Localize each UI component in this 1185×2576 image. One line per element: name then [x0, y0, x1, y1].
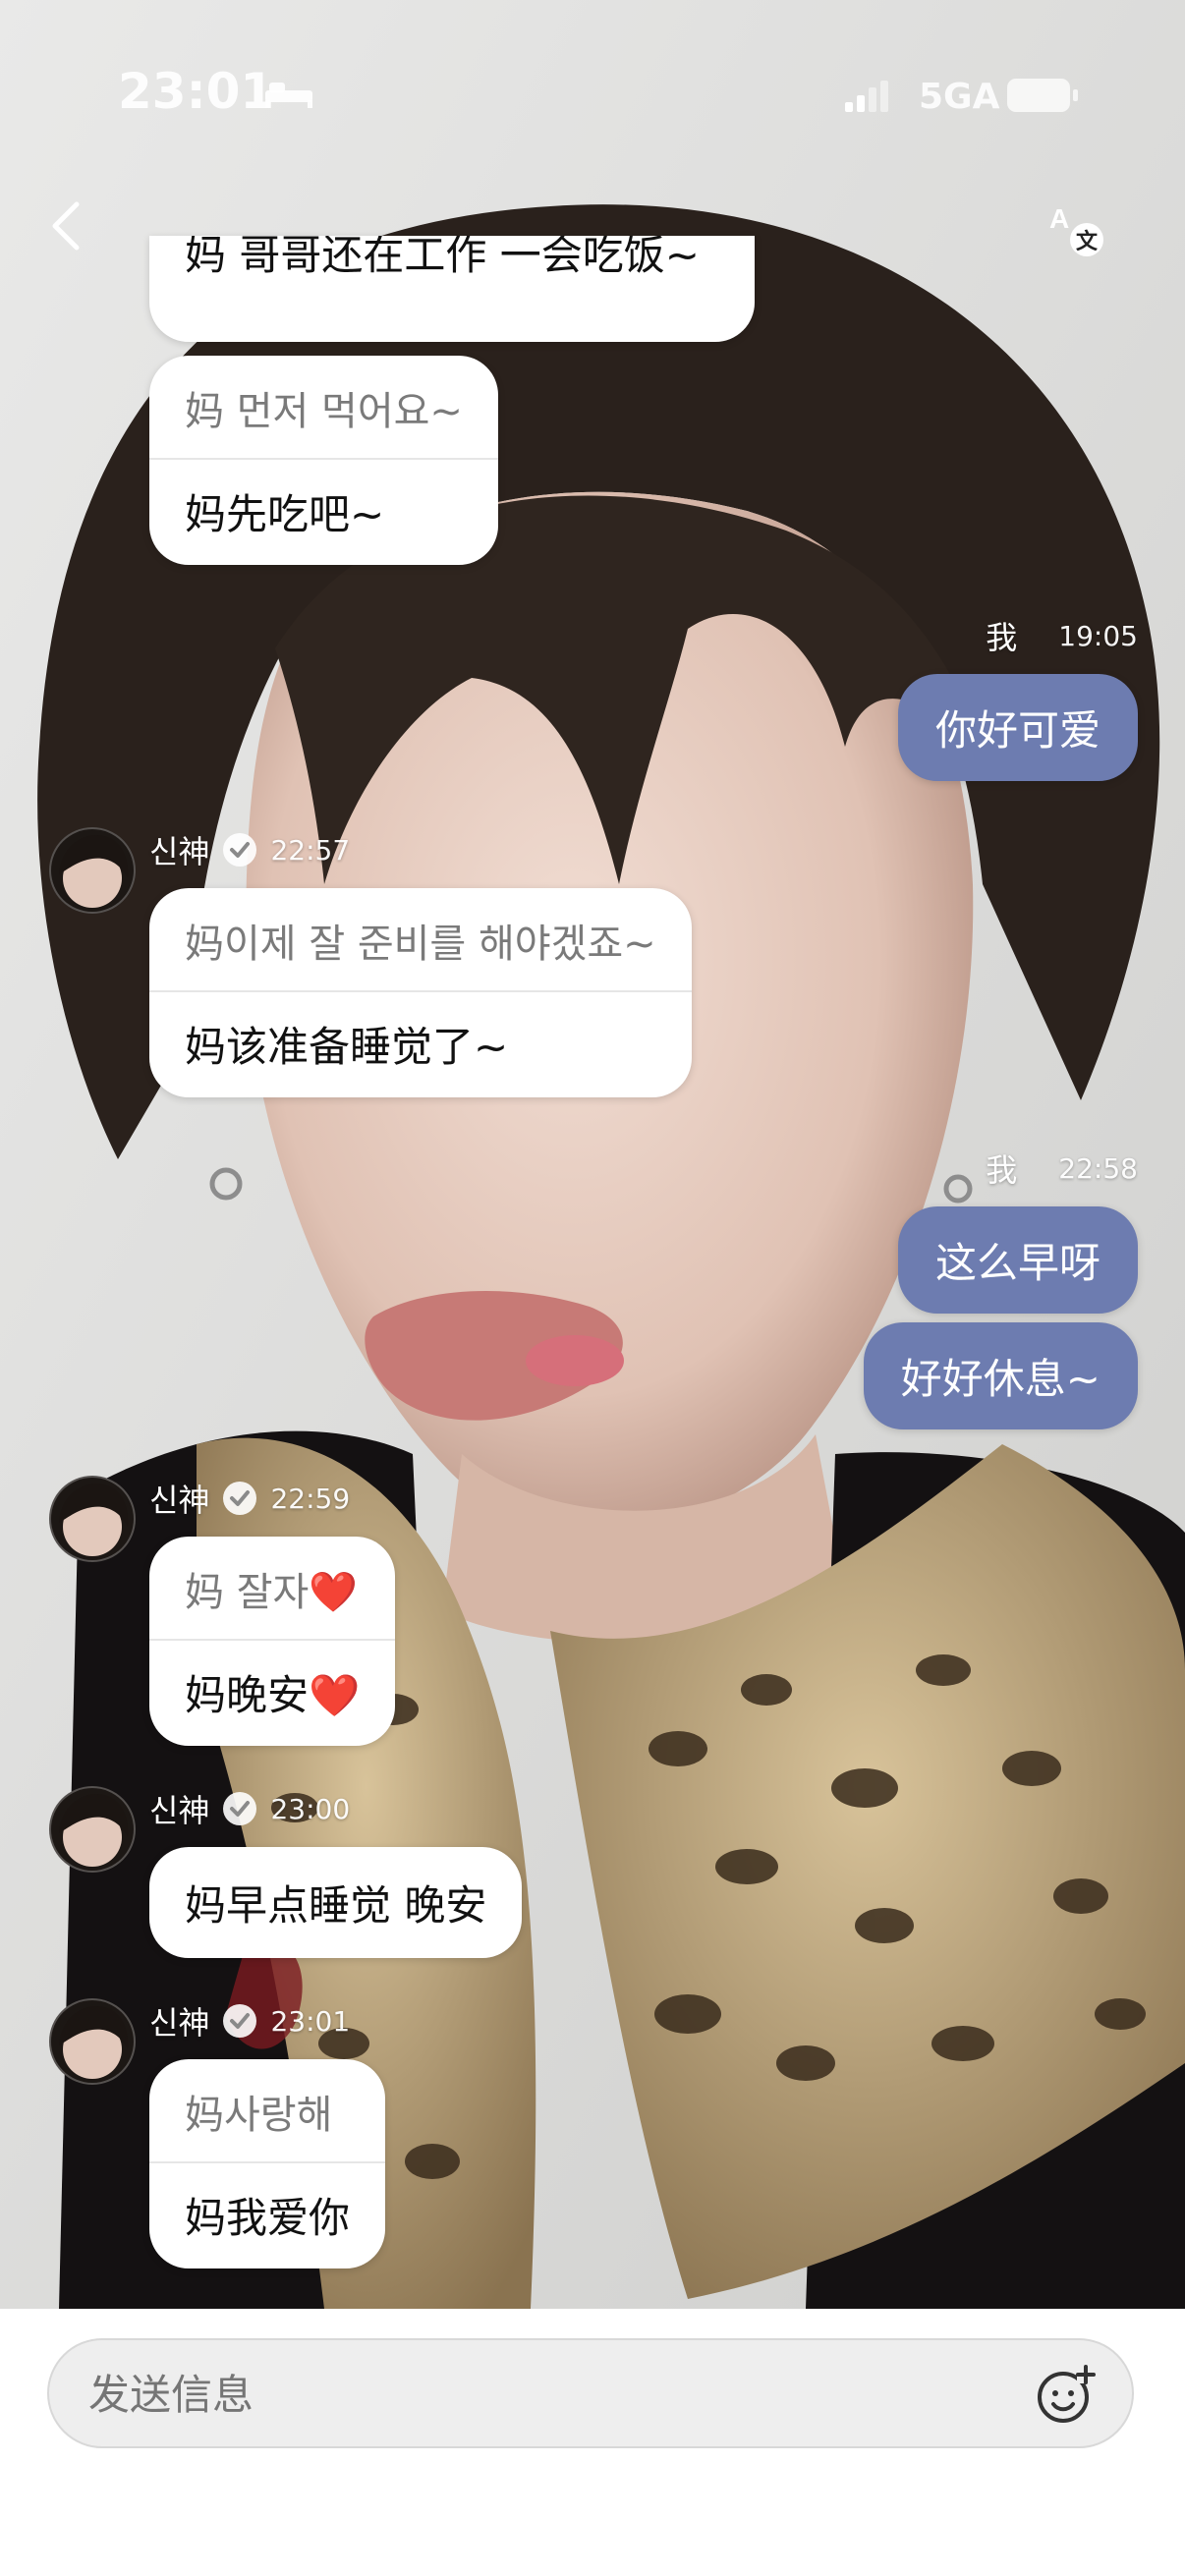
message-input-container[interactable]	[47, 2338, 1134, 2448]
message-zh-text: 妈晚安❤️	[149, 1639, 396, 1746]
sender-name: 我	[986, 619, 1018, 656]
message-zh-body: 妈晚安	[185, 1671, 310, 1719]
verified-icon	[223, 1792, 257, 1825]
message-zh-text: 妈该准备睡觉了~	[149, 990, 692, 1097]
status-bar: 23:01 5GA	[0, 0, 1185, 187]
avatar[interactable]	[49, 1998, 136, 2085]
sender-name: 신神	[149, 1792, 210, 1829]
battery-icon	[1007, 79, 1078, 112]
message-time: 22:57	[270, 833, 351, 867]
message-zh-text: 妈我爱你	[149, 2161, 386, 2268]
message-bubble-sent[interactable]: 你好可爱	[897, 674, 1138, 781]
message-bubble-received[interactable]: 妈이제 잘 준비를 해야겠죠~ 妈该准备睡觉了~	[149, 888, 692, 1097]
message-time: 23:00	[270, 1792, 351, 1825]
sender-name: 신神	[149, 2004, 210, 2042]
message-meta-received: 신神 23:00	[149, 1786, 350, 1831]
message-meta-received: 신神 23:01	[149, 1998, 350, 2044]
status-time: 23:01	[118, 63, 275, 120]
avatar[interactable]	[49, 827, 136, 914]
verified-icon	[223, 2004, 257, 2038]
message-time: 23:01	[270, 2004, 351, 2038]
sender-name: 신神	[149, 833, 210, 870]
message-time: 22:59	[270, 1482, 351, 1515]
message-ko-text: 妈이제 잘 준비를 해야겠죠~	[185, 922, 656, 967]
svg-text:A: A	[1049, 203, 1069, 234]
message-bubble-sent[interactable]: 好好休息~	[863, 1322, 1138, 1429]
avatar[interactable]	[49, 1786, 136, 1873]
message-meta-received: 신神 22:59	[149, 1476, 350, 1521]
message-ko-body: 妈 잘자	[185, 1570, 310, 1615]
message-ko-text: 妈사랑해	[185, 2093, 333, 2138]
message-bubble-received[interactable]: 妈 잘자❤️ 妈晚安❤️	[149, 1537, 396, 1746]
message-meta-sent: 我 22:58	[986, 1146, 1138, 1191]
bed-icon	[265, 83, 312, 108]
sender-name: 我	[986, 1151, 1018, 1189]
message-ko-text: 妈 잘자❤️	[149, 1537, 395, 1639]
svg-text:文: 文	[1076, 229, 1099, 254]
message-meta-received: 신神 22:57	[149, 827, 350, 872]
network-type: 5GA	[919, 77, 1000, 117]
heart-emoji: ❤️	[309, 1671, 361, 1719]
verified-icon	[223, 833, 257, 867]
message-time: 22:58	[1058, 1151, 1138, 1185]
message-bubble-received[interactable]: 妈사랑해 妈我爱你	[149, 2059, 386, 2268]
message-time: 19:05	[1058, 619, 1138, 652]
heart-emoji: ❤️	[309, 1570, 359, 1615]
message-bubble-sent[interactable]: 这么早呀	[897, 1206, 1138, 1314]
message-composer	[0, 2309, 1185, 2576]
signal-icon	[845, 81, 888, 112]
message-zh-text: 妈早点睡觉 晚安	[185, 1881, 487, 1930]
verified-icon	[223, 1482, 257, 1515]
translate-icon[interactable]: A 文	[1045, 198, 1108, 261]
message-input[interactable]	[86, 2370, 975, 2420]
message-bubble-received[interactable]: 妈早点睡觉 晚安	[149, 1847, 523, 1958]
message-meta-sent: 我 19:05	[986, 613, 1138, 658]
message-bubble-received[interactable]: 妈 먼저 먹어요~ 妈先吃吧~	[149, 356, 498, 565]
message-zh-text: 妈先吃吧~	[149, 458, 498, 565]
message-ko-text: 妈 먼저 먹어요~	[185, 389, 463, 434]
avatar[interactable]	[49, 1476, 136, 1562]
sender-name: 신神	[149, 1482, 210, 1519]
emoji-add-icon[interactable]	[1034, 2364, 1097, 2427]
